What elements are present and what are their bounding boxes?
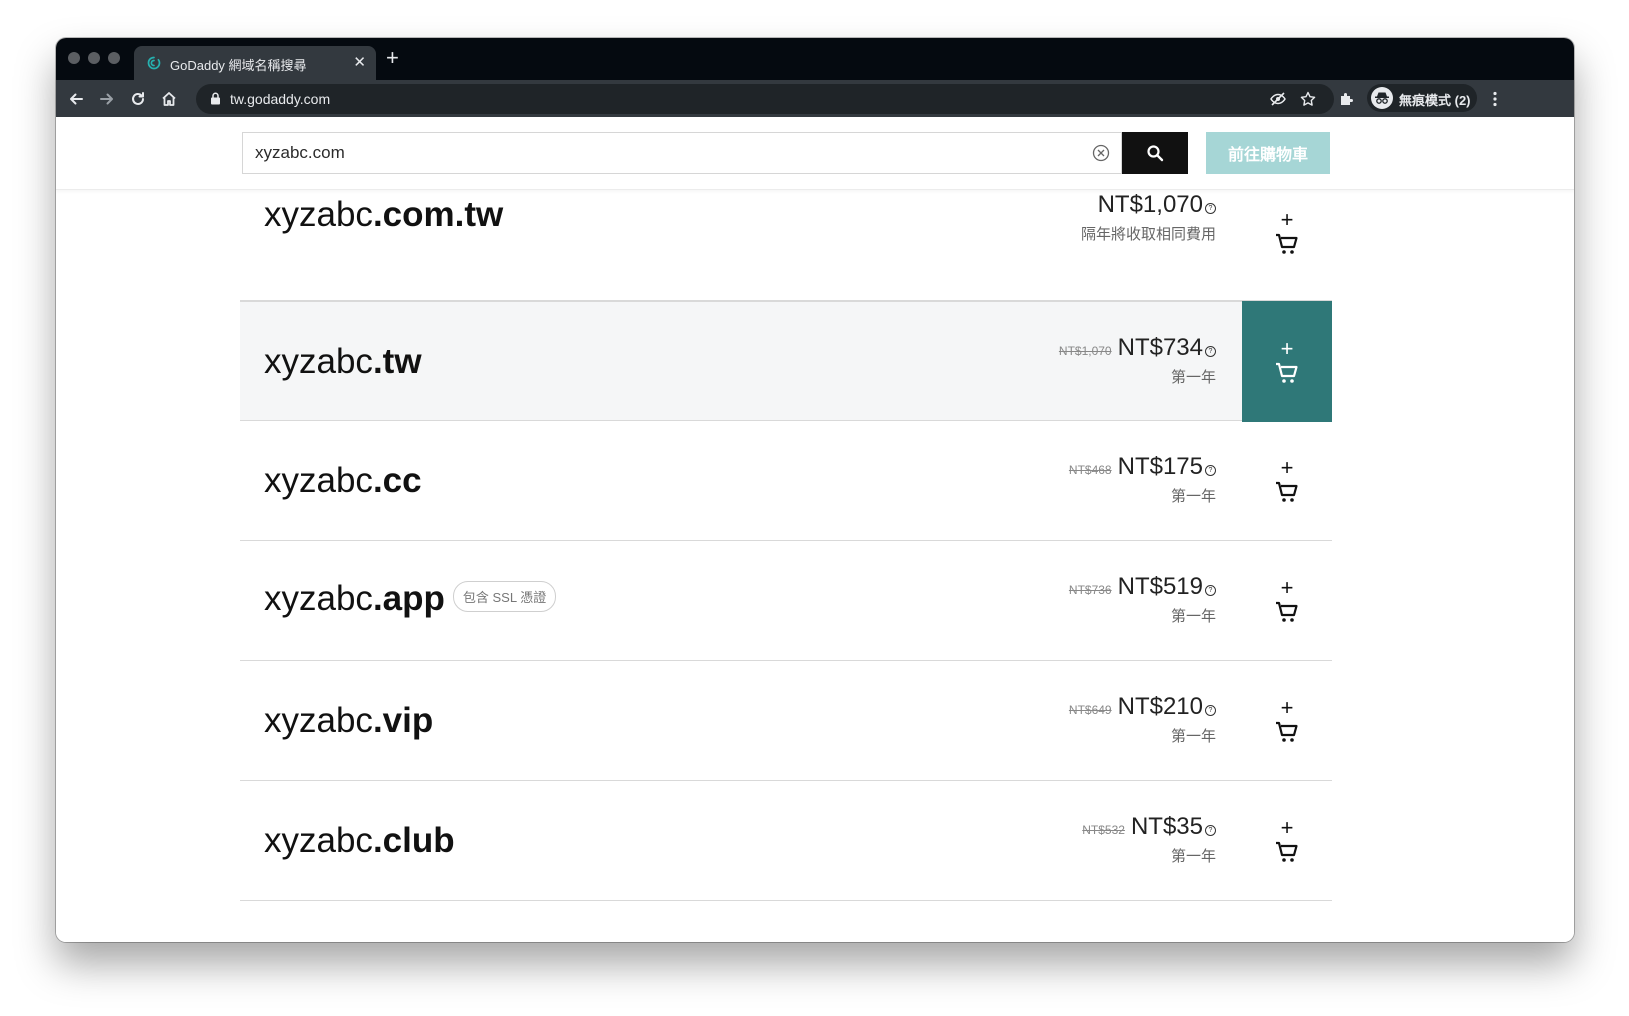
domain-name: xyzabc.app 包含 SSL 憑證 (264, 579, 557, 619)
browser-tab[interactable]: GoDaddy 網域名稱搜尋 ✕ (134, 46, 376, 80)
plus-icon: + (1280, 335, 1294, 361)
price-block: NT$1,070? 隔年將收取相同費用 (1081, 191, 1216, 244)
domain-name: xyzabc.cc (264, 461, 422, 500)
info-icon[interactable]: ? (1205, 705, 1216, 716)
original-price: NT$468 (1068, 463, 1112, 477)
cart-icon (1276, 721, 1298, 742)
extensions-puzzle-icon[interactable] (1334, 87, 1358, 111)
info-icon[interactable]: ? (1205, 346, 1216, 357)
plus-icon: + (1280, 455, 1294, 480)
address-bar-url: tw.godaddy.com (230, 91, 331, 107)
price: NT$175 (1117, 453, 1203, 480)
add-to-cart-button[interactable]: + (1242, 421, 1332, 541)
info-icon[interactable]: ? (1205, 585, 1216, 596)
incognito-icon (1371, 87, 1393, 109)
price: NT$519 (1117, 573, 1203, 600)
tab-title: GoDaddy 網域名稱搜尋 (170, 58, 307, 73)
bookmark-star-icon[interactable] (1299, 90, 1317, 108)
domain-name: xyzabc.com.tw (264, 195, 504, 234)
minimize-window-dot[interactable] (88, 52, 100, 64)
result-row: xyzabc.app 包含 SSL 憑證 NT$736 NT$519? 第一年 + (240, 541, 1332, 661)
close-window-dot[interactable] (68, 52, 80, 64)
original-price: NT$1,070 (1058, 344, 1112, 358)
zoom-window-dot[interactable] (108, 52, 120, 64)
price-note: 第一年 (1170, 848, 1216, 865)
add-to-cart-button[interactable]: + (1242, 541, 1332, 661)
add-to-cart-button[interactable]: + (1242, 301, 1332, 422)
price: NT$210 (1117, 693, 1203, 720)
tab-close-icon[interactable]: ✕ (353, 53, 366, 71)
info-icon[interactable]: ? (1205, 465, 1216, 476)
cart-icon (1276, 841, 1298, 862)
clear-search-icon[interactable] (1092, 144, 1110, 162)
browser-toolbar: tw.godaddy.com 無痕模式 (2) (56, 80, 1574, 117)
cart-icon (1276, 362, 1298, 383)
result-row: xyzabc.club NT$532 NT$35? 第一年 + (240, 781, 1332, 901)
domain-search-input[interactable] (242, 132, 1122, 174)
price-block: NT$736 NT$519? 第一年 (1069, 573, 1216, 626)
original-price: NT$532 (1082, 823, 1125, 837)
forward-arrow-icon[interactable] (95, 87, 119, 111)
browser-window: GoDaddy 網域名稱搜尋 ✕ + tw.godaddy.com 無痕模式 (… (56, 38, 1574, 942)
plus-icon: + (1280, 695, 1294, 720)
back-arrow-icon[interactable] (64, 87, 88, 111)
info-icon[interactable]: ? (1205, 825, 1216, 836)
add-to-cart-button[interactable]: + (1242, 173, 1332, 293)
search-header: 前往購物車 (56, 117, 1574, 190)
cart-icon (1276, 601, 1298, 622)
page-content: 前往購物車 xyzabc.com.tw NT$1,070? 隔年將收取相同費用 … (56, 117, 1574, 942)
original-price: NT$649 (1068, 703, 1112, 717)
result-row: xyzabc.com.tw NT$1,070? 隔年將收取相同費用 + (240, 181, 1332, 301)
price-note: 隔年將收取相同費用 (1080, 226, 1216, 243)
search-button[interactable] (1122, 132, 1188, 174)
browser-menu-icon[interactable] (1483, 87, 1507, 111)
plus-icon: + (1280, 575, 1294, 600)
result-row: xyzabc.tw NT$1,070 NT$734? 第一年 + (240, 301, 1332, 422)
go-to-cart-button[interactable]: 前往購物車 (1206, 132, 1330, 174)
original-price: NT$736 (1068, 583, 1112, 597)
reload-icon[interactable] (126, 87, 150, 111)
plus-icon: + (1280, 815, 1294, 840)
domain-name: xyzabc.vip (264, 701, 434, 740)
result-row: xyzabc.vip NT$649 NT$210? 第一年 + (240, 661, 1332, 781)
price-note: 第一年 (1170, 728, 1216, 745)
tracking-blocked-eye-icon[interactable] (1269, 90, 1287, 108)
tab-strip: GoDaddy 網域名稱搜尋 ✕ + (56, 38, 1574, 80)
price-block: NT$1,070 NT$734? 第一年 (1059, 334, 1216, 387)
price: NT$734 (1117, 334, 1203, 361)
cart-icon (1276, 481, 1298, 502)
price-block: NT$532 NT$35? 第一年 (1082, 813, 1216, 866)
domain-name: xyzabc.club (264, 821, 455, 860)
price-note: 第一年 (1170, 369, 1216, 386)
price-block: NT$468 NT$175? 第一年 (1069, 453, 1216, 506)
add-to-cart-button[interactable]: + (1242, 781, 1332, 901)
domain-name: xyzabc.tw (264, 342, 422, 381)
cart-icon (1276, 233, 1298, 254)
incognito-label: 無痕模式 (2) (1399, 93, 1471, 108)
godaddy-logo-icon (147, 56, 161, 70)
home-icon[interactable] (157, 87, 181, 111)
plus-icon: + (1280, 207, 1294, 232)
address-bar[interactable]: tw.godaddy.com (196, 84, 1334, 114)
add-to-cart-button[interactable]: + (1242, 661, 1332, 781)
price-note: 第一年 (1170, 488, 1216, 505)
info-icon[interactable]: ? (1205, 203, 1216, 214)
price-block: NT$649 NT$210? 第一年 (1069, 693, 1216, 746)
search-icon (1147, 145, 1164, 162)
price: NT$35 (1130, 813, 1203, 840)
ssl-included-badge: 包含 SSL 憑證 (452, 581, 557, 613)
incognito-profile-button[interactable]: 無痕模式 (2) (1367, 84, 1477, 112)
result-row: xyzabc.cc NT$468 NT$175? 第一年 + (240, 421, 1332, 541)
new-tab-plus-icon[interactable]: + (386, 46, 399, 70)
lock-icon (211, 92, 220, 105)
price: NT$1,070 (1097, 191, 1203, 218)
price-note: 第一年 (1170, 608, 1216, 625)
